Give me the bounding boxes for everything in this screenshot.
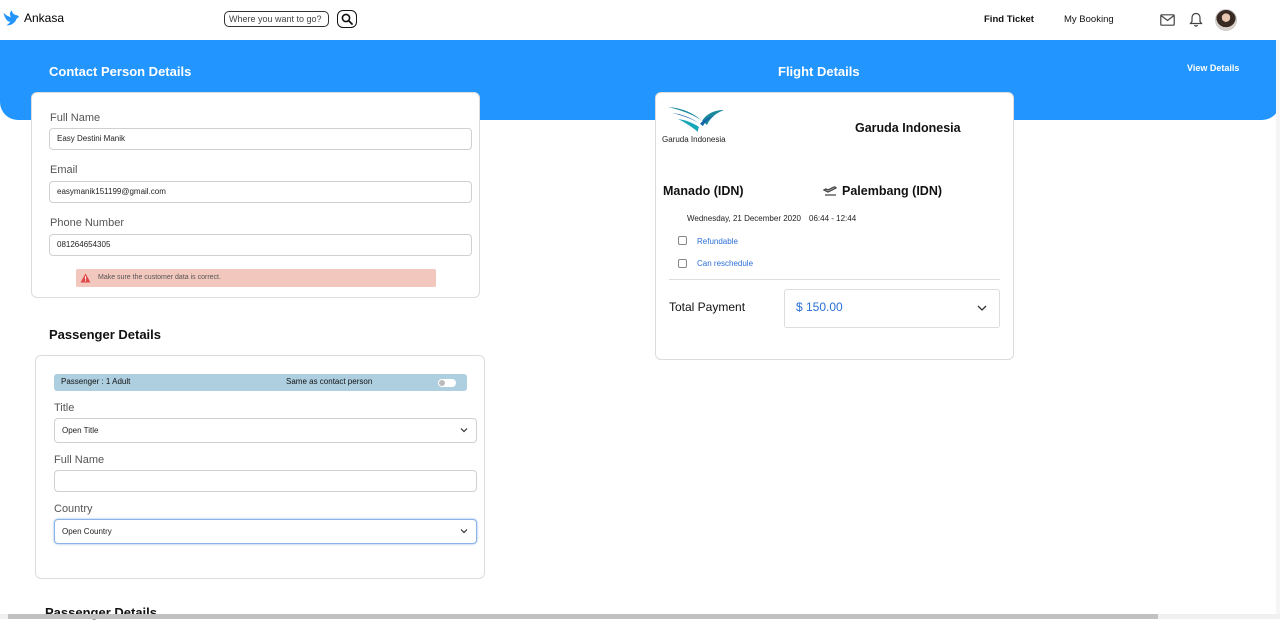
country-label: Country bbox=[54, 503, 93, 515]
contact-phone-label: Phone Number bbox=[50, 217, 124, 229]
flight-date: Wednesday, 21 December 2020 bbox=[687, 214, 801, 223]
passenger-full-name-label: Full Name bbox=[54, 454, 105, 466]
nav-find-ticket[interactable]: Find Ticket bbox=[984, 14, 1034, 25]
passenger-bar: Passenger : 1 Adult Same as contact pers… bbox=[54, 374, 467, 391]
contact-full-name-label: Full Name bbox=[50, 112, 101, 124]
nav-my-booking[interactable]: My Booking bbox=[1064, 14, 1114, 25]
airline-logo: Garuda Indonesia bbox=[662, 104, 730, 144]
same-as-contact-toggle[interactable] bbox=[438, 379, 456, 387]
total-payment-label: Total Payment bbox=[669, 300, 746, 314]
origin-city: Manado (IDN) bbox=[663, 184, 744, 198]
destination-city: Palembang (IDN) bbox=[842, 184, 943, 198]
contact-phone-field[interactable]: 081264654305 bbox=[49, 234, 472, 256]
garuda-bird-icon bbox=[668, 107, 724, 132]
passenger-full-name-field[interactable] bbox=[54, 470, 477, 492]
contact-full-name-field[interactable]: Easy Destini Manik bbox=[49, 128, 472, 150]
warning-icon bbox=[80, 273, 91, 283]
chevron-down-icon bbox=[977, 305, 987, 311]
contact-email-field[interactable]: easymanik151199@gmail.com bbox=[49, 181, 472, 203]
bell-icon[interactable] bbox=[1189, 12, 1203, 27]
airline-name: Garuda Indonesia bbox=[855, 121, 961, 135]
title-select-value: Open Title bbox=[62, 426, 99, 435]
search-button[interactable] bbox=[337, 10, 357, 28]
navbar: Ankasa Find Ticket My Booking bbox=[0, 0, 1280, 40]
warning-text: Make sure the customer data is correct. bbox=[98, 274, 221, 281]
refundable-label: Refundable bbox=[697, 237, 738, 246]
search-icon bbox=[341, 13, 353, 25]
flight-section-title: Flight Details bbox=[778, 64, 860, 79]
plane-departure-icon bbox=[823, 186, 837, 196]
reschedule-label: Can reschedule bbox=[697, 259, 754, 268]
refundable-checkbox[interactable] bbox=[678, 236, 687, 245]
divider bbox=[669, 279, 1000, 280]
title-select[interactable]: Open Title bbox=[54, 418, 477, 443]
same-as-contact-label: Same as contact person bbox=[286, 377, 373, 386]
country-select[interactable]: Open Country bbox=[54, 519, 477, 544]
scrollbar-thumb[interactable] bbox=[8, 614, 1158, 619]
passenger-count: Passenger : 1 Adult bbox=[61, 377, 131, 386]
contact-section-title: Contact Person Details bbox=[49, 64, 192, 79]
chevron-down-icon bbox=[460, 428, 468, 433]
reschedule-checkbox[interactable] bbox=[678, 259, 687, 268]
total-payment-dropdown[interactable]: $ 150.00 bbox=[784, 289, 1000, 328]
total-payment-value: $ 150.00 bbox=[796, 300, 843, 314]
mail-icon[interactable] bbox=[1160, 14, 1175, 26]
view-details-link[interactable]: View Details bbox=[1187, 63, 1239, 73]
horizontal-scrollbar[interactable] bbox=[0, 614, 1280, 619]
search-input[interactable] bbox=[224, 11, 329, 27]
flight-time: 06:44 - 12:44 bbox=[809, 214, 857, 223]
bird-logo-icon bbox=[3, 10, 20, 26]
passenger-section-title: Passenger Details bbox=[49, 327, 162, 342]
title-label: Title bbox=[54, 402, 75, 414]
avatar[interactable] bbox=[1215, 9, 1237, 31]
warning-message: Make sure the customer data is correct. bbox=[76, 269, 436, 287]
app-name: Ankasa bbox=[24, 11, 65, 25]
app-logo[interactable]: Ankasa bbox=[2, 9, 64, 27]
contact-email-label: Email bbox=[50, 164, 78, 176]
airline-logo-text: Garuda Indonesia bbox=[662, 135, 726, 144]
chevron-down-icon bbox=[460, 529, 468, 534]
vertical-scrollbar[interactable] bbox=[1276, 40, 1280, 614]
country-select-value: Open Country bbox=[62, 527, 112, 536]
